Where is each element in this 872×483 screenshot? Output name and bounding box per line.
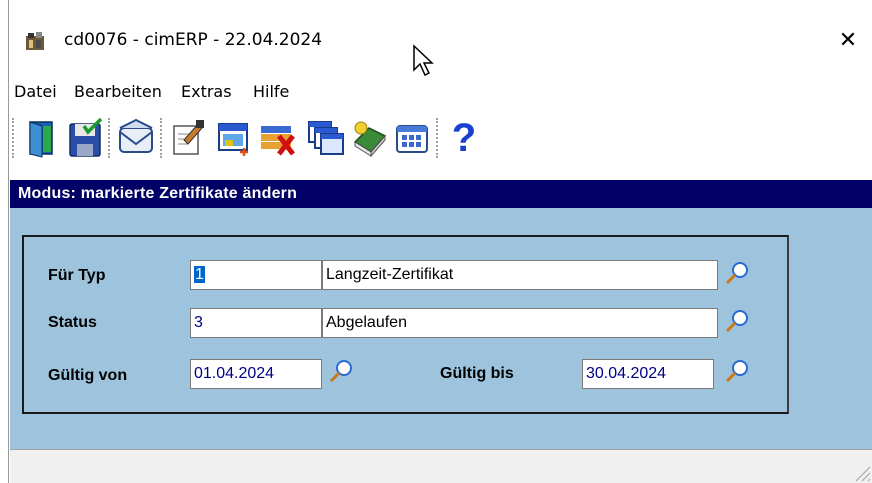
menu-bar: Datei Bearbeiten Extras Hilfe — [10, 78, 872, 106]
status-name-field[interactable]: Abgelaufen — [322, 308, 718, 338]
new-record-button[interactable] — [214, 116, 254, 160]
book-icon — [353, 121, 387, 158]
status-bar — [10, 449, 872, 483]
typ-name-field[interactable]: Langzeit-Zertifikat — [322, 260, 718, 290]
table-button[interactable] — [392, 116, 432, 160]
delete-record-icon — [261, 126, 295, 156]
valid-to-input[interactable]: 30.04.2024 — [582, 359, 714, 389]
exit-door-icon — [29, 121, 53, 158]
mail-icon — [119, 118, 153, 153]
window-title: cd0076 - cimERP - 22.04.2024 — [64, 30, 323, 50]
save-icon — [69, 118, 103, 157]
toolbar-separator — [160, 118, 164, 158]
save-button[interactable] — [66, 116, 106, 160]
toolbar: ? — [10, 110, 872, 168]
close-icon: ✕ — [838, 27, 858, 53]
status-code-input[interactable]: 3 — [190, 308, 322, 338]
edit-document-icon — [173, 120, 204, 155]
typ-code-value: 1 — [194, 266, 205, 283]
menu-hilfe[interactable]: Hilfe — [253, 82, 289, 101]
valid-to-label: Gültig bis — [440, 365, 514, 382]
app-window: cd0076 - cimERP - 22.04.2024 ✕ Datei Bea… — [0, 0, 872, 483]
windows-button[interactable] — [306, 116, 346, 160]
form-panel: Für Typ 1 Langzeit-Zertifikat Status 3 A… — [10, 208, 872, 449]
menu-bearbeiten[interactable]: Bearbeiten — [74, 82, 162, 101]
typ-code-input[interactable]: 1 — [190, 260, 322, 290]
status-lookup-icon[interactable] — [724, 308, 750, 334]
new-record-icon — [218, 123, 248, 156]
mail-button[interactable] — [116, 116, 156, 160]
close-button[interactable]: ✕ — [828, 22, 868, 58]
delete-record-button[interactable] — [258, 116, 298, 160]
mode-header: Modus: markierte Zertifikate ändern — [10, 180, 872, 208]
help-icon: ? — [451, 116, 477, 160]
toolbar-separator — [108, 118, 112, 158]
windows-icon — [308, 121, 344, 155]
valid-from-lookup-icon[interactable] — [328, 358, 354, 384]
book-button[interactable] — [350, 116, 390, 160]
typ-lookup-icon[interactable] — [724, 260, 750, 286]
valid-from-label: Gültig von — [48, 367, 128, 384]
table-icon — [396, 125, 428, 153]
resize-grip-icon[interactable] — [848, 459, 872, 483]
mouse-cursor-icon — [413, 44, 434, 77]
window-left-border — [0, 0, 9, 483]
status-label: Status — [48, 314, 97, 331]
toolbar-separator — [436, 118, 440, 158]
title-bar[interactable]: cd0076 - cimERP - 22.04.2024 ✕ — [10, 0, 872, 77]
edit-button[interactable] — [168, 116, 208, 160]
valid-to-lookup-icon[interactable] — [724, 358, 750, 384]
valid-from-input[interactable]: 01.04.2024 — [190, 359, 322, 389]
typ-label: Für Typ — [48, 267, 106, 284]
toolbar-separator — [12, 118, 16, 158]
mode-title: Modus: markierte Zertifikate ändern — [18, 185, 298, 202]
menu-datei[interactable]: Datei — [14, 82, 57, 101]
menu-extras[interactable]: Extras — [181, 82, 232, 101]
exit-button[interactable] — [24, 116, 64, 160]
help-button[interactable]: ? — [444, 116, 484, 160]
app-icon — [26, 32, 44, 50]
